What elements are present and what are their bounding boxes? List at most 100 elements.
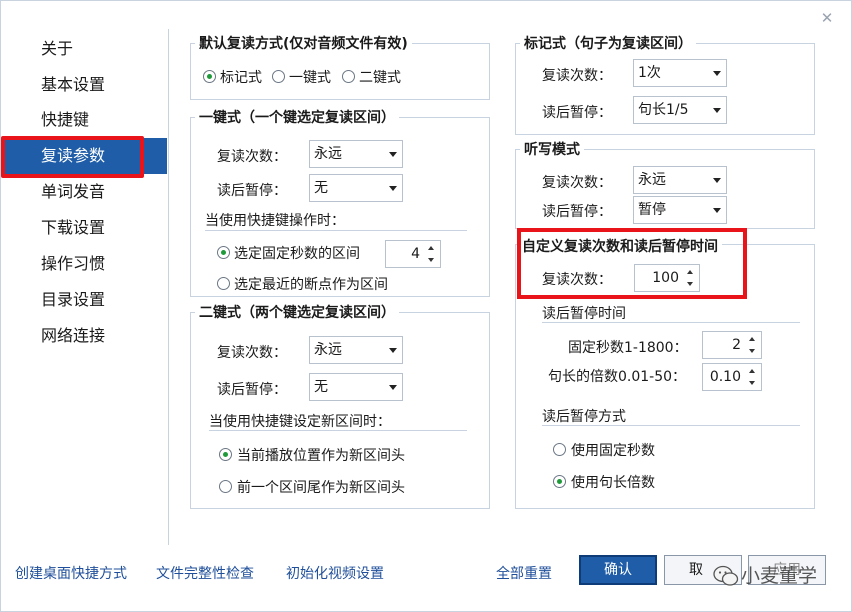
two-key-group: 二键式（两个键选定复读区间） 复读次数： 永远 读后暂停： 无 当使用快捷键设定… (190, 302, 490, 509)
dictation-pause-select[interactable]: 暂停 (633, 196, 727, 224)
pause-label: 读后暂停： (542, 105, 612, 121)
select-value: 永远 (314, 342, 342, 358)
radio-two-key-mode[interactable] (342, 70, 355, 83)
chevron-down-icon (713, 71, 721, 76)
stepper-value: 100 (652, 270, 679, 286)
stepper-arrows-icon[interactable] (748, 335, 758, 355)
sidebar-item-repeat-params[interactable]: 复读参数 (1, 138, 167, 174)
sidebar-item-shortcuts[interactable]: 快捷键 (1, 102, 167, 138)
radio-nearest-breakpoint[interactable] (217, 277, 230, 290)
chevron-down-icon (713, 208, 721, 213)
divider (209, 430, 467, 431)
close-icon[interactable]: ✕ (817, 9, 837, 27)
length-multiple-stepper[interactable]: 0.10 (702, 363, 762, 391)
chevron-down-icon (389, 186, 397, 191)
watermark-text: 小麦董学 (741, 565, 818, 587)
one-key-pause-select[interactable]: 无 (309, 174, 403, 202)
fixed-seconds-stepper[interactable]: 2 (702, 331, 762, 359)
sidebar-item-directory[interactable]: 目录设置 (1, 282, 167, 318)
group-title: 一键式（一个键选定复读区间） (195, 107, 399, 127)
stepper-value: 0.10 (709, 369, 741, 385)
settings-window: ✕ 关于 基本设置 快捷键 复读参数 单词发音 下载设置 操作习惯 目录设置 网… (0, 0, 852, 612)
fixed-seconds-stepper[interactable]: 4 (385, 240, 441, 268)
select-value: 永远 (638, 172, 666, 188)
group-title: 自定义复读次数和读后暂停时间 (518, 236, 722, 256)
divider (542, 425, 800, 426)
create-shortcut-link[interactable]: 创建桌面快捷方式 (15, 563, 127, 583)
select-value: 暂停 (638, 202, 666, 218)
select-value: 无 (314, 379, 328, 395)
select-value: 1次 (638, 65, 661, 81)
marker-group: 标记式（句子为复读区间） 复读次数： 1次 读后暂停： 句长1/5 (515, 33, 815, 135)
default-mode-group: 默认复读方式(仅对音频文件有效) 标记式 一键式 二键式 (190, 33, 490, 100)
pause-label: 读后暂停： (217, 382, 287, 398)
marker-repeat-select[interactable]: 1次 (633, 59, 727, 87)
sidebar-item-network[interactable]: 网络连接 (1, 318, 167, 354)
wechat-icon (713, 565, 739, 586)
stepper-arrows-icon[interactable] (427, 244, 437, 264)
divider (542, 322, 800, 323)
radio-label[interactable]: 一键式 (289, 67, 331, 87)
init-video-link[interactable]: 初始化视频设置 (286, 563, 384, 583)
stepper-arrows-icon[interactable] (686, 268, 696, 288)
radio-current-position[interactable] (219, 448, 232, 461)
chevron-down-icon (713, 178, 721, 183)
file-integrity-link[interactable]: 文件完整性检查 (156, 563, 254, 583)
sidebar-item-download[interactable]: 下载设置 (1, 210, 167, 246)
repeat-count-label: 复读次数： (217, 149, 287, 165)
confirm-button[interactable]: 确认 (579, 555, 657, 585)
dictation-group: 听写模式 复读次数： 永远 读后暂停： 暂停 (515, 139, 815, 229)
repeat-count-label: 复读次数： (217, 345, 287, 361)
chevron-down-icon (389, 152, 397, 157)
chevron-down-icon (389, 385, 397, 390)
reset-all-link[interactable]: 全部重置 (496, 563, 552, 583)
radio-previous-end[interactable] (219, 480, 232, 493)
sidebar-item-about[interactable]: 关于 (1, 31, 167, 67)
group-title: 听写模式 (520, 139, 584, 159)
pause-label: 读后暂停： (217, 183, 287, 199)
one-key-group: 一键式（一个键选定复读区间） 复读次数： 永远 读后暂停： 无 当使用快捷键操作… (190, 107, 490, 297)
pause-mode-heading: 读后暂停方式 (542, 409, 626, 425)
shortcut-heading: 当使用快捷键设定新区间时： (209, 414, 391, 430)
repeat-count-label: 复读次数： (542, 175, 612, 191)
two-key-pause-select[interactable]: 无 (309, 373, 403, 401)
radio-use-length-multiple[interactable] (553, 475, 566, 488)
sidebar-item-habits[interactable]: 操作习惯 (1, 246, 167, 282)
pause-label: 读后暂停： (542, 204, 612, 220)
group-title: 二键式（两个键选定复读区间） (195, 302, 399, 322)
stepper-arrows-icon[interactable] (748, 367, 758, 387)
stepper-value: 2 (732, 337, 741, 353)
custom-repeat-stepper[interactable]: 100 (634, 264, 700, 292)
radio-one-key-mode[interactable] (272, 70, 285, 83)
radio-fixed-seconds[interactable] (217, 246, 230, 259)
chevron-down-icon (389, 348, 397, 353)
select-value: 无 (314, 180, 328, 196)
group-title: 标记式（句子为复读区间） (520, 33, 696, 53)
sidebar-item-pronunciation[interactable]: 单词发音 (1, 174, 167, 210)
radio-label[interactable]: 使用句长倍数 (571, 472, 655, 492)
radio-label[interactable]: 选定固定秒数的区间 (234, 243, 360, 263)
two-key-repeat-select[interactable]: 永远 (309, 336, 403, 364)
radio-label[interactable]: 前一个区间尾作为新区间头 (237, 477, 405, 497)
marker-pause-select[interactable]: 句长1/5 (633, 96, 727, 124)
group-title: 默认复读方式(仅对音频文件有效) (195, 33, 412, 53)
radio-label[interactable]: 使用固定秒数 (571, 440, 655, 460)
repeat-count-label: 复读次数： (542, 68, 612, 84)
length-multiple-label: 句长的倍数0.01-50： (548, 369, 687, 385)
chevron-down-icon (713, 108, 721, 113)
select-value: 永远 (314, 146, 342, 162)
radio-label[interactable]: 选定最近的断点作为区间 (234, 274, 388, 294)
radio-label[interactable]: 当前播放位置作为新区间头 (237, 445, 405, 465)
dictation-repeat-select[interactable]: 永远 (633, 166, 727, 194)
radio-label[interactable]: 标记式 (220, 67, 262, 87)
one-key-repeat-select[interactable]: 永远 (309, 140, 403, 168)
radio-marker-mode[interactable] (203, 70, 216, 83)
sidebar-item-basic[interactable]: 基本设置 (1, 67, 167, 103)
radio-label[interactable]: 二键式 (359, 67, 401, 87)
stepper-value: 4 (411, 246, 420, 262)
watermark: 小麦董学 (713, 562, 849, 592)
select-value: 句长1/5 (638, 102, 689, 118)
radio-use-fixed-seconds[interactable] (553, 443, 566, 456)
custom-group: 自定义复读次数和读后暂停时间 复读次数： 100 读后暂停时间 固定秒数1-18… (515, 236, 815, 509)
sidebar-nav: 关于 基本设置 快捷键 复读参数 单词发音 下载设置 操作习惯 目录设置 网络连… (1, 29, 169, 545)
